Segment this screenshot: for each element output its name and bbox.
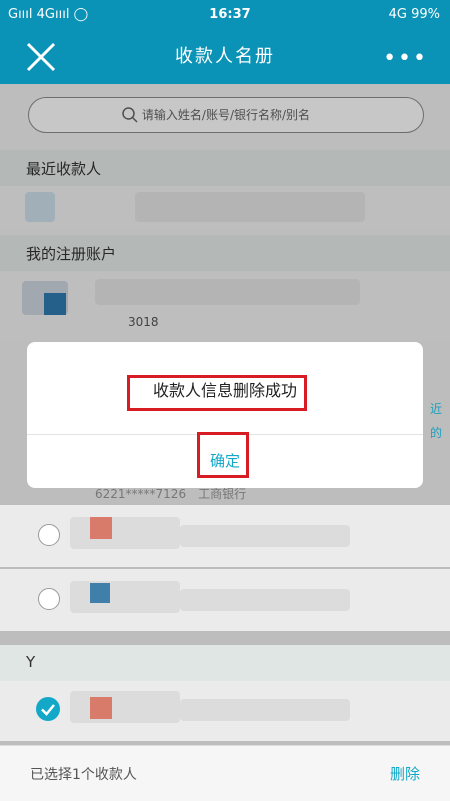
footer-bar: 已选择1个收款人 删除	[0, 745, 450, 801]
bank-logo	[90, 517, 112, 539]
nav-bar: 收款人名册 •••	[0, 30, 450, 84]
select-radio[interactable]	[38, 588, 60, 610]
side-text: 的	[430, 426, 443, 440]
selected-count-text: 已选择1个收款人	[30, 767, 137, 783]
select-radio[interactable]	[38, 524, 60, 546]
status-bar: Gıııl 4Gıııl ◯ 16:37 4G 99%	[0, 0, 450, 30]
section-label: Y	[26, 653, 36, 671]
status-time: 16:37	[209, 7, 251, 22]
payee-masked-info	[180, 699, 350, 721]
battery-status: 4G 99%	[388, 7, 440, 22]
payee-row[interactable]	[0, 505, 450, 567]
payee-masked-info	[180, 589, 350, 611]
payee-masked-name	[70, 517, 180, 549]
bank-logo	[90, 583, 110, 603]
more-options-icon[interactable]: •••	[383, 46, 428, 71]
bank-logo	[90, 697, 112, 719]
payee-row-selected[interactable]	[0, 681, 450, 741]
payee-masked-info	[180, 525, 350, 547]
payee-masked-name	[70, 691, 180, 723]
delete-button[interactable]: 删除	[390, 763, 420, 784]
side-text: 近	[430, 402, 443, 416]
payee-masked-name	[70, 581, 180, 613]
highlight-confirm-box	[197, 432, 249, 478]
payee-row[interactable]	[0, 569, 450, 631]
checked-radio-icon[interactable]	[36, 697, 60, 721]
section-group-y: Y	[0, 645, 450, 681]
signal-indicators: Gıııl 4Gıııl ◯	[8, 7, 89, 22]
highlight-message-box	[127, 375, 307, 411]
